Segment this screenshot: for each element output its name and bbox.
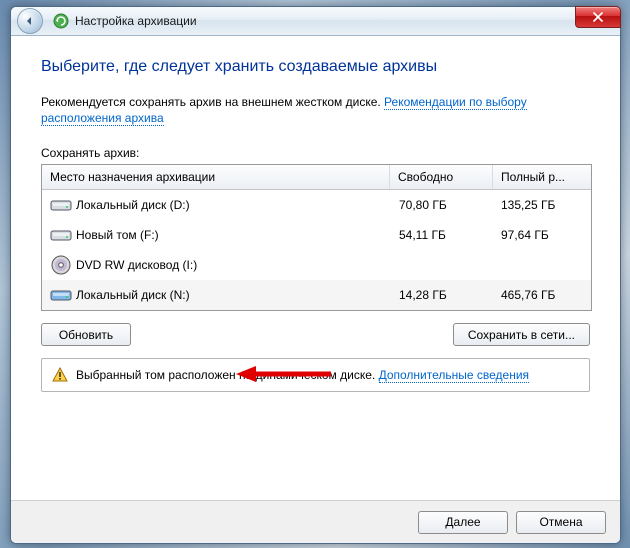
warning-more-link[interactable]: Дополнительные сведения <box>379 368 529 383</box>
drive-row[interactable]: Локальный диск (N:)14,28 ГБ465,76 ГБ <box>42 280 591 310</box>
page-heading: Выберите, где следует хранить создаваемы… <box>41 58 590 76</box>
save-to-label: Сохранять архив: <box>41 146 590 160</box>
drive-row[interactable]: DVD RW дисковод (I:) <box>42 250 591 280</box>
hard-drive-icon <box>48 228 74 242</box>
drive-name: Новый том (F:) <box>74 228 391 242</box>
drive-list-header: Место назначения архивации Свободно Полн… <box>42 165 591 190</box>
drive-row[interactable]: Новый том (F:)54,11 ГБ97,64 ГБ <box>42 220 591 250</box>
dvd-drive-icon <box>48 255 74 275</box>
drive-name: Локальный диск (D:) <box>74 198 391 212</box>
footer: Далее Отмена <box>11 500 620 543</box>
warning-text: Выбранный том расположен на динамическом… <box>76 368 529 382</box>
warning-icon <box>52 367 68 383</box>
next-button[interactable]: Далее <box>418 511 508 534</box>
drive-name: Локальный диск (N:) <box>74 288 391 302</box>
recommendation-text: Рекомендуется сохранять архив на внешнем… <box>41 94 590 126</box>
save-network-button[interactable]: Сохранить в сети... <box>453 323 590 346</box>
column-header-free[interactable]: Свободно <box>390 165 493 189</box>
drive-free: 14,28 ГБ <box>391 288 493 302</box>
back-button[interactable] <box>17 8 43 34</box>
drive-name: DVD RW дисковод (I:) <box>74 258 391 272</box>
hard-drive-icon <box>48 288 74 302</box>
column-header-total[interactable]: Полный р... <box>493 165 591 189</box>
drive-row[interactable]: Локальный диск (D:)70,80 ГБ135,25 ГБ <box>42 190 591 220</box>
action-button-row: Обновить Сохранить в сети... <box>41 323 590 346</box>
refresh-button[interactable]: Обновить <box>41 323 131 346</box>
drive-total: 465,76 ГБ <box>493 288 591 302</box>
close-button[interactable] <box>575 6 621 28</box>
window-frame: Настройка архивации Выберите, где следуе… <box>10 6 621 544</box>
column-header-name[interactable]: Место назначения архивации <box>42 165 390 189</box>
drive-free: 54,11 ГБ <box>391 228 493 242</box>
drive-total: 135,25 ГБ <box>493 198 591 212</box>
drive-total: 97,64 ГБ <box>493 228 591 242</box>
content-area: Выберите, где следует хранить создаваемы… <box>11 36 620 500</box>
titlebar[interactable]: Настройка архивации <box>11 7 620 36</box>
drive-free: 70,80 ГБ <box>391 198 493 212</box>
cancel-button[interactable]: Отмена <box>516 511 606 534</box>
backup-app-icon <box>53 13 69 29</box>
warning-box: Выбранный том расположен на динамическом… <box>41 358 590 392</box>
drive-list: Место назначения архивации Свободно Полн… <box>41 164 592 311</box>
hard-drive-icon <box>48 198 74 212</box>
window-title: Настройка архивации <box>75 14 197 28</box>
